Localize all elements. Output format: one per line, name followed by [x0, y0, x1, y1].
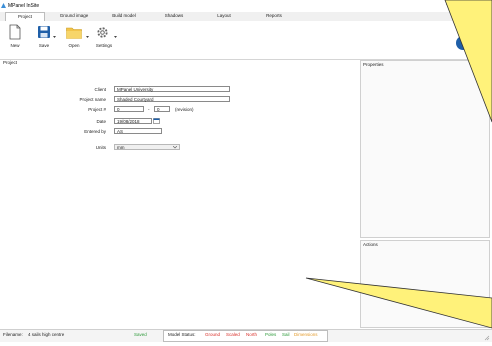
units-select[interactable]: mm: [114, 144, 180, 150]
project-number-label: Project #: [88, 107, 106, 112]
open-dropdown-icon[interactable]: [86, 36, 89, 39]
resize-grip-icon[interactable]: [484, 335, 490, 341]
maximize-button[interactable]: □: [463, 2, 467, 8]
window-title: MPanel InSite: [8, 3, 40, 9]
filename-label: Filename:: [3, 332, 23, 337]
entered-by-label: Entered by: [84, 129, 106, 134]
app-logo-icon: [1, 3, 6, 8]
project-number-separator: -: [148, 107, 150, 112]
save-label: Save: [38, 43, 50, 48]
project-name-label: Project name: [79, 97, 106, 102]
new-label: New: [10, 43, 20, 48]
new-file-icon: [9, 24, 21, 40]
settings-label: Settings: [95, 43, 113, 48]
date-field[interactable]: 19/08/2018: [114, 118, 152, 124]
status-ground: Ground: [205, 332, 221, 337]
tab-shadows[interactable]: Shadows: [155, 12, 193, 20]
entered-by-field[interactable]: AS: [114, 128, 162, 134]
filename-value: 4 sails high centre: [28, 332, 65, 337]
status-north: North: [246, 332, 258, 337]
tab-reports[interactable]: Reports: [255, 12, 293, 20]
date-label: Date: [96, 119, 106, 124]
minimize-button[interactable]: —: [446, 2, 452, 8]
status-poles: Poles: [265, 332, 277, 337]
settings-button[interactable]: Settings: [94, 24, 118, 50]
properties-panel: [360, 60, 490, 238]
settings-dropdown-icon[interactable]: [114, 36, 117, 39]
client-label: Client: [94, 87, 106, 92]
status-scaled: Scaled: [226, 332, 240, 337]
open-folder-icon: [66, 27, 82, 39]
help-icon[interactable]: [456, 36, 470, 50]
status-sail: Sail: [282, 332, 290, 337]
save-disk-icon: [38, 26, 50, 38]
open-label: Open: [68, 43, 80, 48]
save-button[interactable]: Save: [37, 24, 57, 50]
project-name-field[interactable]: Shaded Courtyard: [114, 96, 230, 102]
tab-layout[interactable]: Layout: [205, 12, 243, 20]
calendar-icon[interactable]: [153, 118, 160, 124]
save-dropdown-icon[interactable]: [53, 36, 56, 39]
project-number-field[interactable]: 0: [114, 106, 144, 112]
status-dimensions: Dimensions: [294, 332, 318, 337]
revision-label: (revision): [175, 107, 194, 112]
client-field[interactable]: MPanel University: [114, 86, 230, 92]
model-status-label: Model Status:: [168, 332, 196, 337]
actions-panel-title: Actions: [363, 242, 378, 247]
actions-panel: [360, 240, 490, 328]
project-panel-title: Project: [3, 60, 18, 65]
tab-build-model[interactable]: Build model: [105, 12, 143, 20]
revision-field[interactable]: 0: [154, 106, 170, 112]
title-bar: [0, 0, 492, 12]
new-button[interactable]: New: [8, 24, 22, 50]
open-button[interactable]: Open: [64, 24, 89, 50]
close-button[interactable]: ✕: [480, 2, 485, 9]
gear-icon: [97, 27, 108, 38]
tab-ground-image[interactable]: Ground image: [55, 12, 93, 20]
saved-status: Saved: [134, 332, 147, 337]
units-label: Units: [95, 145, 106, 150]
properties-panel-title: Properties: [363, 62, 384, 67]
units-select-value: mm: [117, 145, 125, 150]
units-chevron-down-icon: [173, 146, 177, 149]
